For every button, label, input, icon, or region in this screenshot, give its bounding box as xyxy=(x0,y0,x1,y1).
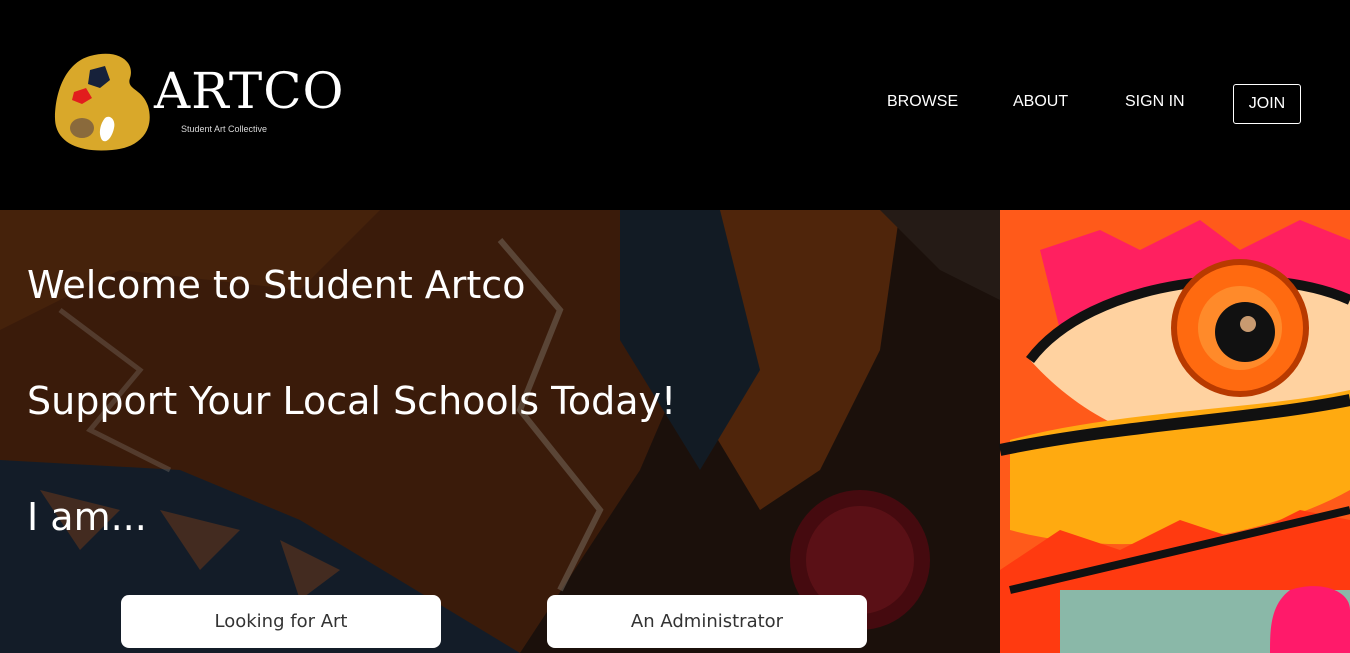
nav-about-link[interactable]: ABOUT xyxy=(1013,93,1068,111)
administrator-button[interactable]: An Administrator xyxy=(547,595,867,648)
join-button[interactable]: JOIN xyxy=(1233,84,1301,124)
site-header: ARTCO Student Art Collective BROWSE ABOU… xyxy=(0,0,1350,210)
looking-for-art-button[interactable]: Looking for Art xyxy=(121,595,441,648)
palette-icon xyxy=(55,53,150,151)
hero-welcome-heading: Welcome to Student Artco xyxy=(27,263,526,307)
brand-logo[interactable]: ARTCO Student Art Collective xyxy=(50,48,343,158)
hero-section: Welcome to Student Artco Support Your Lo… xyxy=(0,210,1350,653)
nav-sign-in-link[interactable]: SIGN IN xyxy=(1125,93,1185,111)
brand-tagline: Student Art Collective xyxy=(181,124,268,134)
hero-support-heading: Support Your Local Schools Today! xyxy=(27,379,677,423)
hero-i-am-heading: I am... xyxy=(27,495,147,539)
nav-browse-link[interactable]: BROWSE xyxy=(887,93,958,111)
brand-name: ARTCO xyxy=(154,62,345,120)
